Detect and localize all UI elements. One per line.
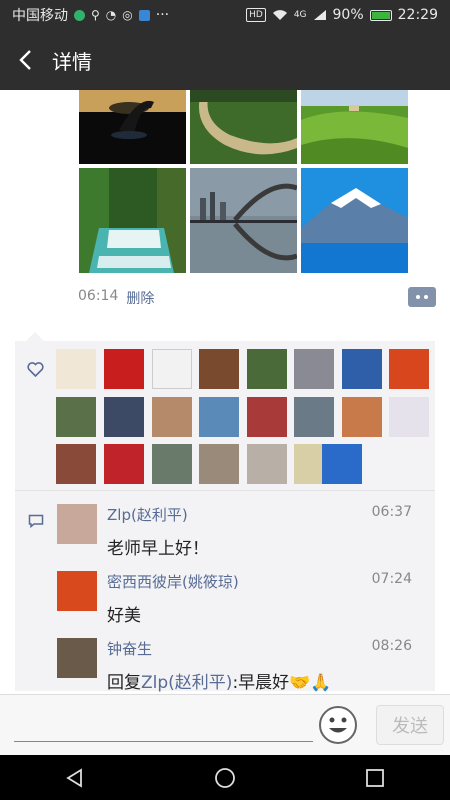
- battery-percent: 90%: [332, 7, 364, 23]
- dot-icon: [416, 295, 420, 299]
- smiley-icon[interactable]: [318, 705, 358, 745]
- comment-text: 好美: [107, 606, 141, 626]
- status-bar: 中国移动 ⚲ ◔ ◎ ··· HD 4G 90% 22:29: [0, 0, 450, 30]
- back-button[interactable]: [0, 30, 50, 90]
- comment-time: 08:26: [371, 638, 412, 654]
- circle-home-icon: [215, 767, 235, 788]
- post-meta: 06:14 删除: [78, 288, 154, 308]
- photo-hills[interactable]: [301, 90, 408, 164]
- vpn-icon: ◎: [122, 8, 133, 22]
- photo-waterfall[interactable]: [79, 168, 186, 273]
- more-notifications: ···: [155, 7, 170, 23]
- comment-time: 07:24: [371, 571, 412, 587]
- liker-avatar[interactable]: [294, 397, 334, 437]
- liker-avatar[interactable]: [104, 444, 144, 484]
- liker-avatar[interactable]: [247, 444, 287, 484]
- heart-icon: [27, 362, 44, 377]
- page-title: 详情: [52, 49, 92, 74]
- liker-avatar[interactable]: [152, 349, 192, 389]
- system-nav-bar: [0, 755, 450, 800]
- photo-mountain[interactable]: [301, 168, 408, 273]
- liker-avatar[interactable]: [152, 397, 192, 437]
- battery-icon: [369, 9, 392, 21]
- comment-text: 老师早上好！: [107, 539, 209, 559]
- liker-avatar[interactable]: [199, 349, 239, 389]
- title-bar: 详情: [0, 30, 450, 90]
- comment-item[interactable]: 钟奋生 08:26 回复Zlp(赵利平):早晨好🤝🙏: [57, 638, 412, 693]
- photo-heron[interactable]: [79, 90, 186, 164]
- telegram-icon: [138, 9, 150, 21]
- liker-avatar[interactable]: [199, 397, 239, 437]
- nav-home-button[interactable]: [195, 755, 255, 800]
- photo-bridge[interactable]: [190, 168, 297, 273]
- reply-prefix: 回复: [107, 673, 141, 693]
- send-button[interactable]: 发送: [376, 705, 444, 745]
- hd-badge: HD: [246, 8, 266, 22]
- liker-avatar[interactable]: [247, 349, 287, 389]
- wifi-icon: [272, 10, 287, 20]
- liker-avatar[interactable]: [104, 349, 144, 389]
- reply-text: :早晨好🤝🙏: [232, 673, 332, 693]
- status-right: HD 4G 90% 22:29: [246, 7, 438, 23]
- clock: 22:29: [397, 7, 438, 23]
- commenter-name[interactable]: Zlp(赵利平): [107, 504, 188, 525]
- comment-item[interactable]: Zlp(赵利平) 06:37 老师早上好！: [57, 504, 412, 564]
- liker-avatar[interactable]: [104, 397, 144, 437]
- liker-avatar[interactable]: [199, 444, 239, 484]
- liker-avatar[interactable]: [342, 349, 382, 389]
- commenter-name[interactable]: 密西西彼岸(姚筱琼): [107, 571, 239, 592]
- carrier-label: 中国移动: [12, 8, 68, 24]
- signal-icon: [313, 10, 326, 20]
- commenter-name[interactable]: 钟奋生: [107, 638, 152, 659]
- usb-icon: ⚲: [91, 8, 100, 22]
- back-arrow-icon: [19, 50, 31, 70]
- commenter-avatar[interactable]: [57, 571, 97, 611]
- nav-recents-button[interactable]: [345, 755, 405, 800]
- delete-link[interactable]: 删除: [126, 288, 154, 308]
- comment-icon: [28, 514, 44, 528]
- liker-avatar[interactable]: [56, 397, 96, 437]
- comment-time: 06:37: [371, 504, 412, 520]
- comment-item[interactable]: 密西西彼岸(姚筱琼) 07:24 好美: [57, 571, 412, 631]
- commenter-avatar[interactable]: [57, 504, 97, 544]
- liker-avatar[interactable]: [389, 397, 429, 437]
- comment-input[interactable]: [14, 709, 313, 742]
- commenter-avatar[interactable]: [57, 638, 97, 678]
- nav-back-button[interactable]: [45, 755, 105, 800]
- liker-avatar[interactable]: [322, 444, 362, 484]
- panel-arrow: [26, 332, 44, 341]
- dot-icon: [424, 295, 428, 299]
- liker-avatar[interactable]: [389, 349, 429, 389]
- liker-avatar[interactable]: [56, 349, 96, 389]
- notification-icon: ◔: [105, 8, 117, 22]
- comment-input-bar: 发送: [0, 694, 450, 756]
- app-notification-icon: [74, 9, 85, 21]
- liker-avatar[interactable]: [342, 397, 382, 437]
- divider: [15, 490, 435, 491]
- comment-action-button[interactable]: [408, 287, 436, 307]
- liker-avatar[interactable]: [56, 444, 96, 484]
- square-recents-icon: [366, 768, 384, 787]
- comment-text: 回复Zlp(赵利平):早晨好🤝🙏: [107, 668, 332, 693]
- liker-avatar[interactable]: [152, 444, 192, 484]
- liker-avatar[interactable]: [247, 397, 287, 437]
- triangle-back-icon: [66, 767, 82, 788]
- post-time: 06:14: [78, 288, 119, 304]
- liker-avatar[interactable]: [294, 349, 334, 389]
- network-type: 4G: [293, 10, 307, 20]
- photo-valley[interactable]: [190, 90, 297, 164]
- status-left: 中国移动 ⚲ ◔ ◎ ···: [12, 5, 169, 25]
- reply-target-name[interactable]: Zlp(赵利平): [141, 673, 232, 693]
